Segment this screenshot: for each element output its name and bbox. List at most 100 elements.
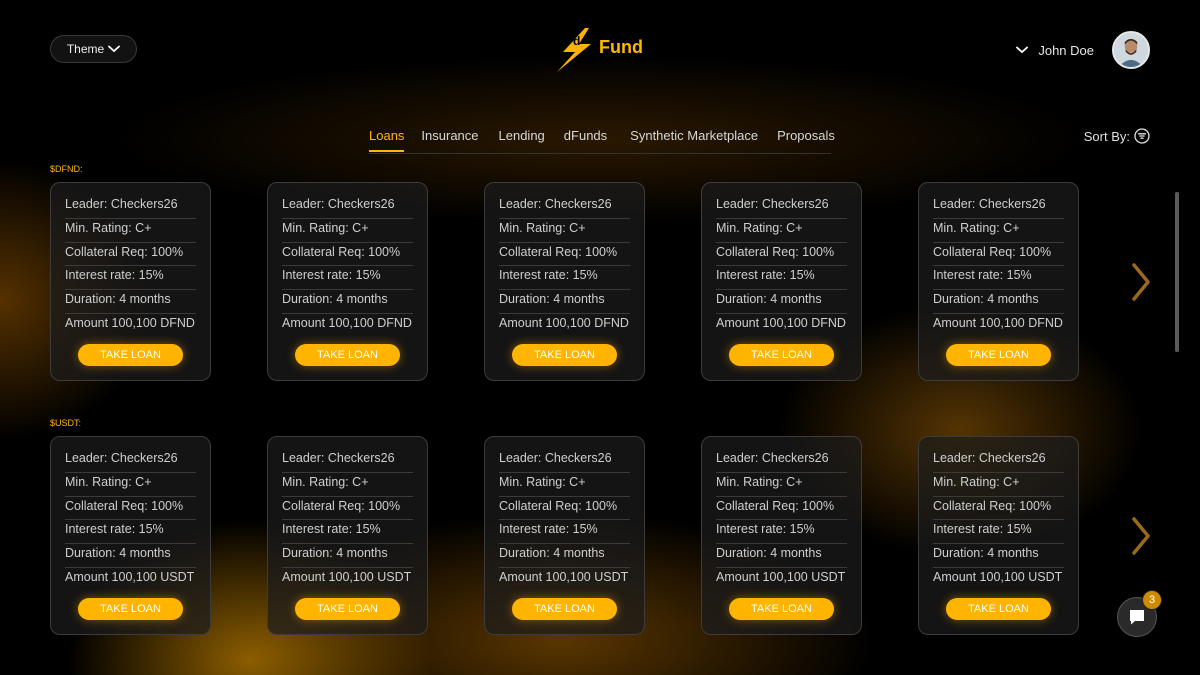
chevron-down-icon [1016, 46, 1029, 54]
card-duration: Duration: 4 months [933, 544, 1064, 568]
logo-prefix: d [573, 34, 581, 48]
sort-label: Sort By: [1083, 128, 1130, 144]
loan-card: Leader: Checkers26 Min. Rating: C+ Colla… [50, 182, 211, 381]
take-loan-button[interactable]: TAKE LOAN [295, 343, 400, 366]
card-collateral: Collateral Req: 100% [716, 243, 847, 267]
card-collateral: Collateral Req: 100% [65, 243, 196, 267]
tabs-divider [369, 153, 831, 154]
take-loan-button[interactable]: TAKE LOAN [946, 597, 1051, 620]
card-amount: Amount 100,100 DFND [716, 315, 846, 330]
loan-card: Leader: Checkers26 Min. Rating: C+ Colla… [484, 182, 645, 381]
card-amount: Amount 100,100 DFND [65, 315, 195, 330]
loan-card: Leader: Checkers26 Min. Rating: C+ Colla… [267, 436, 428, 635]
card-amount: Amount 100,100 DFND [933, 315, 1063, 330]
avatar[interactable] [1112, 31, 1150, 69]
card-interest: Interest rate: 15% [499, 520, 630, 545]
card-interest: Interest rate: 15% [933, 520, 1064, 545]
loan-card: Leader: Checkers26 Min. Rating: C+ Colla… [701, 182, 862, 381]
card-rating: Min. Rating: C+ [933, 219, 1064, 243]
card-collateral: Collateral Req: 100% [499, 243, 630, 267]
tab-loans[interactable]: Loans [369, 128, 405, 152]
logo-text: Fund [599, 37, 643, 57]
card-amount: Amount 100,100 USDT [716, 569, 846, 584]
loan-card: Leader: Checkers26 Min. Rating: C+ Colla… [267, 182, 428, 381]
main-tabs: Loans Insurance Lending dFunds Synthetic… [369, 128, 835, 152]
card-rating: Min. Rating: C+ [933, 473, 1064, 497]
card-duration: Duration: 4 months [933, 290, 1064, 314]
card-leader: Leader: Checkers26 [499, 195, 630, 219]
card-rating: Min. Rating: C+ [282, 473, 413, 497]
card-rating: Min. Rating: C+ [65, 473, 196, 497]
take-loan-button[interactable]: TAKE LOAN [295, 597, 400, 620]
card-rating: Min. Rating: C+ [499, 473, 630, 497]
card-rating: Min. Rating: C+ [716, 473, 847, 497]
card-interest: Interest rate: 15% [65, 520, 196, 545]
card-interest: Interest rate: 15% [282, 266, 413, 291]
tab-synthetic-marketplace[interactable]: Synthetic Marketplace [630, 128, 758, 151]
card-rating: Min. Rating: C+ [499, 219, 630, 243]
card-leader: Leader: Checkers26 [65, 195, 196, 219]
card-duration: Duration: 4 months [716, 290, 847, 314]
vertical-scrollbar[interactable] [1175, 192, 1179, 352]
section-label-usdt: $USDT: [50, 418, 82, 428]
loan-card: Leader: Checkers26 Min. Rating: C+ Colla… [918, 182, 1079, 381]
card-amount: Amount 100,100 USDT [933, 569, 1063, 584]
card-amount: Amount 100,100 USDT [282, 569, 412, 584]
card-collateral: Collateral Req: 100% [716, 497, 847, 521]
card-leader: Leader: Checkers26 [933, 449, 1064, 473]
card-interest: Interest rate: 15% [933, 266, 1064, 291]
card-duration: Duration: 4 months [499, 290, 630, 314]
take-loan-button[interactable]: TAKE LOAN [729, 343, 834, 366]
app-logo[interactable]: d Fund [555, 26, 655, 74]
card-leader: Leader: Checkers26 [716, 449, 847, 473]
card-leader: Leader: Checkers26 [933, 195, 1064, 219]
take-loan-button[interactable]: TAKE LOAN [729, 597, 834, 620]
sort-control[interactable]: Sort By: [1084, 128, 1150, 144]
card-duration: Duration: 4 months [282, 544, 413, 568]
tab-lending[interactable]: Lending [499, 128, 545, 151]
filter-icon [1134, 128, 1150, 144]
card-collateral: Collateral Req: 100% [933, 497, 1064, 521]
take-loan-button[interactable]: TAKE LOAN [78, 597, 183, 620]
loan-card: Leader: Checkers26 Min. Rating: C+ Colla… [50, 436, 211, 635]
card-leader: Leader: Checkers26 [65, 449, 196, 473]
card-collateral: Collateral Req: 100% [282, 243, 413, 267]
theme-label: Theme [66, 42, 105, 56]
theme-button[interactable]: Theme [50, 35, 137, 63]
card-collateral: Collateral Req: 100% [499, 497, 630, 521]
card-rating: Min. Rating: C+ [282, 219, 413, 243]
card-collateral: Collateral Req: 100% [282, 497, 413, 521]
card-duration: Duration: 4 months [716, 544, 847, 568]
card-duration: Duration: 4 months [65, 544, 196, 568]
tab-insurance[interactable]: Insurance [421, 128, 478, 151]
chat-button[interactable]: 3 [1117, 590, 1162, 637]
card-leader: Leader: Checkers26 [282, 449, 413, 473]
card-duration: Duration: 4 months [499, 544, 630, 568]
card-leader: Leader: Checkers26 [499, 449, 630, 473]
card-collateral: Collateral Req: 100% [933, 243, 1064, 267]
card-amount: Amount 100,100 DFND [282, 315, 412, 330]
chat-icon [1130, 610, 1144, 625]
notification-badge: 3 [1142, 590, 1162, 610]
card-amount: Amount 100,100 DFND [499, 315, 629, 330]
card-duration: Duration: 4 months [282, 290, 413, 314]
take-loan-button[interactable]: TAKE LOAN [946, 343, 1051, 366]
user-menu[interactable]: John Doe [1016, 30, 1150, 70]
chevron-right-icon[interactable] [1130, 516, 1152, 556]
loan-card: Leader: Checkers26 Min. Rating: C+ Colla… [484, 436, 645, 635]
card-amount: Amount 100,100 USDT [65, 569, 195, 584]
card-interest: Interest rate: 15% [282, 520, 413, 545]
card-rating: Min. Rating: C+ [716, 219, 847, 243]
tab-proposals[interactable]: Proposals [777, 128, 835, 151]
card-collateral: Collateral Req: 100% [65, 497, 196, 521]
take-loan-button[interactable]: TAKE LOAN [512, 343, 617, 366]
chevron-right-icon[interactable] [1130, 262, 1152, 302]
tab-dfunds[interactable]: dFunds [564, 128, 607, 151]
card-leader: Leader: Checkers26 [282, 195, 413, 219]
take-loan-button[interactable]: TAKE LOAN [78, 343, 183, 366]
card-interest: Interest rate: 15% [65, 266, 196, 291]
card-duration: Duration: 4 months [65, 290, 196, 314]
card-leader: Leader: Checkers26 [716, 195, 847, 219]
card-interest: Interest rate: 15% [716, 266, 847, 291]
take-loan-button[interactable]: TAKE LOAN [512, 597, 617, 620]
